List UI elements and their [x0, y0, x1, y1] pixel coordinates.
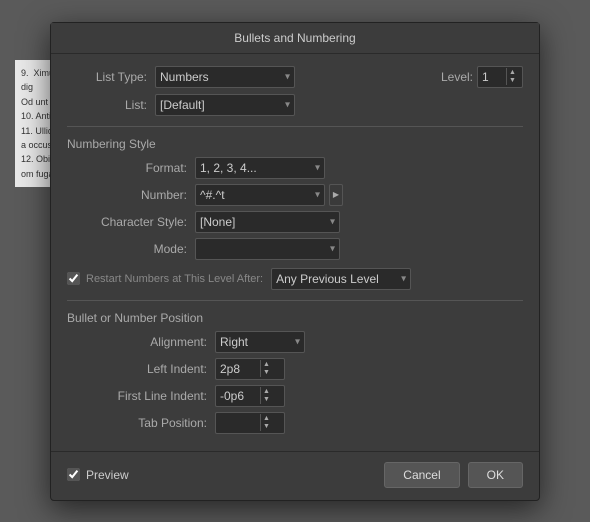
tab-position-input[interactable] [216, 416, 260, 430]
tab-position-spinner[interactable]: ▲ ▼ [215, 412, 285, 434]
format-select-wrapper: 1, 2, 3, 4... [195, 157, 325, 179]
restart-option-select-wrapper: Any Previous Level [271, 268, 411, 290]
preview-label: Preview [86, 468, 129, 482]
first-line-indent-up-icon[interactable]: ▲ [263, 388, 270, 396]
first-line-indent-label: First Line Indent: [67, 389, 207, 403]
first-line-indent-spinner[interactable]: ▲ ▼ [215, 385, 285, 407]
number-label: Number: [67, 188, 187, 202]
list-type-label: List Type: [67, 70, 147, 84]
ok-button[interactable]: OK [468, 462, 523, 488]
preview-checkbox[interactable] [67, 468, 80, 481]
dialog-title: Bullets and Numbering [51, 23, 539, 54]
list-select-wrapper: [Default] [155, 94, 295, 116]
left-indent-input[interactable] [216, 362, 260, 376]
alignment-select[interactable]: Right [215, 331, 305, 353]
mode-select-wrapper [195, 238, 340, 260]
number-select[interactable]: ^#.^t [195, 184, 325, 206]
level-spinner[interactable]: ▲ ▼ [477, 66, 523, 88]
character-style-select-wrapper: [None] [195, 211, 340, 233]
restart-option-select[interactable]: Any Previous Level [271, 268, 411, 290]
tab-position-down-icon[interactable]: ▼ [263, 423, 270, 431]
first-line-indent-down-icon[interactable]: ▼ [263, 396, 270, 404]
level-input[interactable] [478, 70, 506, 84]
character-style-select[interactable]: [None] [195, 211, 340, 233]
alignment-label: Alignment: [67, 335, 207, 349]
level-label: Level: [441, 70, 473, 84]
left-indent-spinner[interactable]: ▲ ▼ [215, 358, 285, 380]
position-section-label: Bullet or Number Position [67, 311, 523, 325]
bullets-numbering-dialog: Bullets and Numbering List Type: Numbers… [50, 22, 540, 501]
mode-select[interactable] [195, 238, 340, 260]
alignment-select-wrapper: Right [215, 331, 305, 353]
restart-label: Restart Numbers at This Level After: [86, 273, 263, 285]
level-spin-buttons[interactable]: ▲ ▼ [506, 68, 518, 85]
left-indent-up-icon[interactable]: ▲ [263, 361, 270, 369]
cancel-button[interactable]: Cancel [384, 462, 459, 488]
left-indent-label: Left Indent: [67, 362, 207, 376]
format-label: Format: [67, 161, 187, 175]
tab-position-up-icon[interactable]: ▲ [263, 415, 270, 423]
numbering-style-section-label: Numbering Style [67, 137, 523, 151]
format-select[interactable]: 1, 2, 3, 4... [195, 157, 325, 179]
restart-checkbox[interactable] [67, 272, 80, 285]
character-style-label: Character Style: [67, 215, 187, 229]
restart-row: Restart Numbers at This Level After: Any… [67, 268, 523, 290]
list-type-select[interactable]: Numbers [155, 66, 295, 88]
preview-row: Preview [67, 468, 129, 482]
mode-label: Mode: [67, 242, 187, 256]
list-type-select-wrapper: Numbers [155, 66, 295, 88]
left-indent-down-icon[interactable]: ▼ [263, 369, 270, 377]
first-line-indent-input[interactable] [216, 389, 260, 403]
footer-buttons: Cancel OK [384, 462, 523, 488]
number-expand-button[interactable]: ▶ [329, 184, 343, 206]
level-up-icon[interactable]: ▲ [509, 69, 516, 77]
dialog-footer: Preview Cancel OK [51, 451, 539, 500]
left-indent-spin-buttons[interactable]: ▲ ▼ [260, 360, 272, 377]
list-select[interactable]: [Default] [155, 94, 295, 116]
number-select-wrapper: ^#.^t [195, 184, 325, 206]
first-line-indent-spin-buttons[interactable]: ▲ ▼ [260, 387, 272, 404]
tab-position-spin-buttons[interactable]: ▲ ▼ [260, 414, 272, 431]
level-down-icon[interactable]: ▼ [509, 77, 516, 85]
list-label: List: [67, 98, 147, 112]
tab-position-label: Tab Position: [67, 416, 207, 430]
